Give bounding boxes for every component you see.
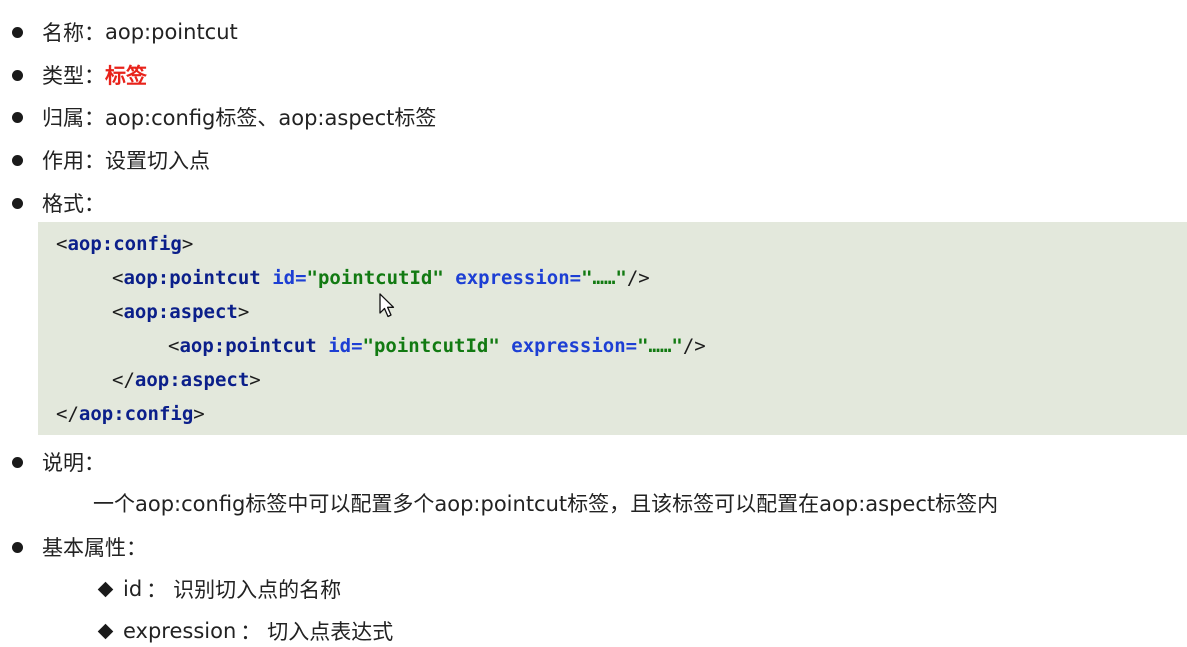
item-type: 类型： 标签 [12,60,147,90]
attribute-desc: 识别切入点的名称 [173,578,342,602]
code-line-config-open: < aop:config > [56,230,193,258]
item-type-label: 类型： [42,64,105,88]
bullet-dot-icon [12,69,23,81]
attribute-name: id [123,577,143,601]
code-string: "pointcutId" [362,335,500,357]
item-format: 格式： [12,188,105,218]
item-type-value: 标签 [105,64,147,88]
bullet-dot-icon [12,154,23,166]
code-punct: > [181,233,194,255]
code-punct: /> [682,335,706,357]
code-attr: expression= [511,335,638,357]
description-text: 一个aop:config标签中可以配置多个aop:pointcut标签，且该标签… [93,492,999,516]
attribute-item-id: id ： 识别切入点的名称 [97,574,341,604]
bullet-dot-icon [12,111,23,123]
item-purpose: 作用： 设置切入点 [12,145,210,175]
item-name-label: 名称： [42,21,105,45]
item-purpose-value: 设置切入点 [105,149,210,173]
item-purpose-label: 作用： [42,149,105,173]
item-name-value: aop:pointcut [105,20,238,44]
code-string: "……" [581,267,627,289]
code-punct: < [112,301,124,323]
code-tag: aop:config [67,233,182,255]
code-punct: < [168,335,180,357]
code-tag: aop:aspect [123,301,238,323]
code-line-pointcut-1: < aop:pointcut id= "pointcutId" expression… [112,264,650,292]
code-attr: expression= [455,267,582,289]
code-punct: < [112,267,124,289]
item-description: 说明： [12,447,105,477]
item-description-label: 说明： [42,451,105,475]
code-line-pointcut-2: < aop:pointcut id= "pointcutId" expression… [168,332,706,360]
diamond-bullet-icon [97,623,114,639]
code-tag: aop:config [78,403,194,425]
code-line-aspect-close: </aop:aspect > [112,366,261,394]
item-belongs-value: aop:config标签、aop:aspect标签 [105,106,437,130]
code-string: "pointcutId" [306,267,444,289]
code-line-config-close: </aop:config > [56,400,205,428]
bullet-dot-icon [12,456,23,468]
slide-page: 名称： aop:pointcut 类型： 标签 归属： aop:config标签… [0,0,1187,647]
code-line-aspect-open: < aop:aspect > [112,298,249,326]
code-punct: < [56,233,68,255]
attribute-separator: ： [240,620,262,644]
code-attr: id= [328,335,363,357]
item-belongs: 归属： aop:config标签、aop:aspect标签 [12,102,436,132]
code-punct: > [237,301,250,323]
code-punct: /> [626,267,650,289]
attribute-desc: 切入点表达式 [267,620,394,644]
item-attributes: 基本属性： [12,532,147,562]
item-format-label: 格式： [42,192,105,216]
attribute-name: expression [123,619,237,643]
bullet-dot-icon [12,197,23,209]
code-punct: > [193,403,205,425]
mouse-pointer-icon [379,293,395,318]
code-punct: > [249,369,261,391]
diamond-bullet-icon [97,581,114,597]
code-block: < aop:config > < aop:pointcut id= "pointcutI… [38,222,1187,435]
code-tag: aop:aspect [134,369,250,391]
code-string: "……" [637,335,683,357]
attribute-separator: ： [146,578,168,602]
code-tag: aop:pointcut [179,335,317,357]
code-attr: id= [272,267,307,289]
item-attributes-label: 基本属性： [42,536,147,560]
code-punct: </ [56,403,79,425]
attribute-item-expression: expression ： 切入点表达式 [97,616,393,646]
item-belongs-label: 归属： [42,106,105,130]
item-name: 名称： aop:pointcut [12,17,238,47]
code-punct: </ [112,369,135,391]
bullet-dot-icon [12,541,23,553]
code-tag: aop:pointcut [123,267,261,289]
bullet-dot-icon [12,26,23,38]
